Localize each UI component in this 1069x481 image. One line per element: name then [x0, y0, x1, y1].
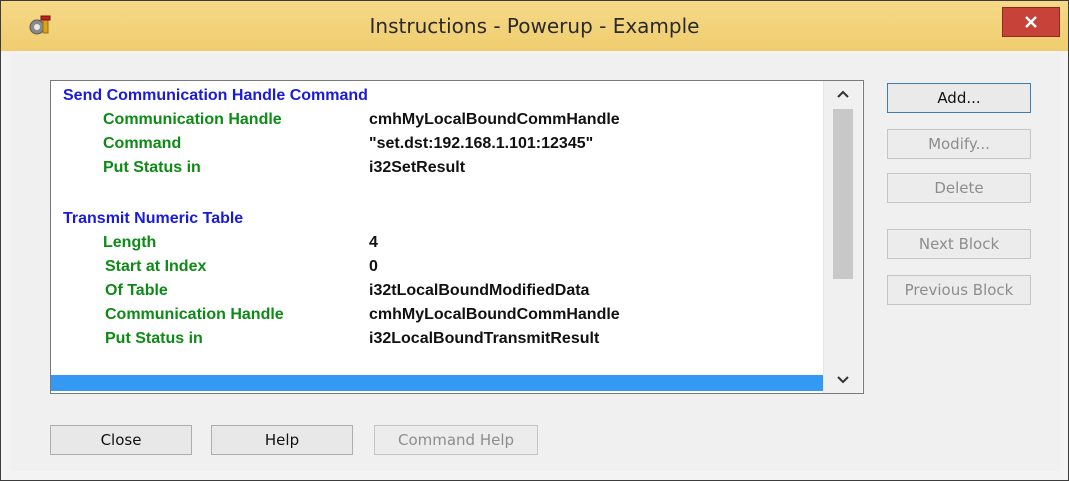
list-item[interactable]: Length 4 — [51, 234, 823, 258]
instructions-list-content: Send Communication Handle Command Commun… — [51, 81, 823, 393]
param-value: 0 — [369, 258, 378, 275]
list-item[interactable]: Put Status in i32LocalBoundTransmitResul… — [51, 330, 823, 354]
chevron-down-icon — [837, 376, 849, 384]
list-item[interactable]: Start at Index 0 — [51, 258, 823, 282]
param-label: Of Table — [105, 282, 168, 299]
block-title[interactable]: Send Communication Handle Command — [63, 87, 368, 105]
chevron-up-icon — [837, 90, 849, 98]
list-item[interactable]: Communication Handle cmhMyLocalBoundComm… — [51, 111, 823, 135]
list-item[interactable]: Put Status in i32SetResult — [51, 159, 823, 183]
vertical-scrollbar[interactable] — [823, 81, 862, 393]
selected-empty-row[interactable] — [51, 375, 823, 391]
dialog-body: Send Communication Handle Command Commun… — [11, 53, 1060, 471]
param-value: cmhMyLocalBoundCommHandle — [369, 306, 620, 323]
instructions-dialog: Instructions - Powerup - Example Send Co… — [0, 0, 1069, 481]
command-help-button[interactable]: Command Help — [374, 425, 538, 455]
param-value: i32LocalBoundTransmitResult — [369, 330, 600, 347]
add-button[interactable]: Add... — [887, 83, 1031, 113]
param-label: Put Status in — [103, 159, 201, 176]
param-label: Communication Handle — [103, 111, 282, 128]
list-item[interactable]: Of Table i32tLocalBoundModifiedData — [51, 282, 823, 306]
param-value: "set.dst:192.168.1.101:12345" — [369, 135, 594, 152]
param-value: 4 — [369, 234, 378, 251]
title-bar[interactable]: Instructions - Powerup - Example — [1, 1, 1068, 51]
list-item[interactable]: Communication Handle cmhMyLocalBoundComm… — [51, 306, 823, 330]
param-label: Command — [103, 135, 182, 152]
modify-button[interactable]: Modify... — [887, 129, 1031, 159]
param-value: i32tLocalBoundModifiedData — [369, 282, 590, 299]
param-value: cmhMyLocalBoundCommHandle — [369, 111, 620, 128]
scroll-down-button[interactable] — [824, 367, 862, 393]
instructions-list[interactable]: Send Communication Handle Command Commun… — [50, 80, 864, 394]
param-value: i32SetResult — [369, 159, 466, 176]
scroll-up-button[interactable] — [824, 81, 862, 107]
window-title: Instructions - Powerup - Example — [369, 14, 700, 38]
block-title[interactable]: Transmit Numeric Table — [63, 210, 243, 228]
next-block-button[interactable]: Next Block — [887, 229, 1031, 259]
delete-button[interactable]: Delete — [887, 173, 1031, 203]
help-button[interactable]: Help — [211, 425, 353, 455]
close-button[interactable]: Close — [50, 425, 192, 455]
previous-block-button[interactable]: Previous Block — [887, 275, 1031, 305]
param-label: Put Status in — [105, 330, 203, 347]
list-item[interactable]: Command "set.dst:192.168.1.101:12345" — [51, 135, 823, 159]
scroll-thumb[interactable] — [833, 109, 853, 279]
close-window-button[interactable] — [1002, 7, 1060, 37]
param-label: Length — [103, 234, 157, 251]
close-icon — [1025, 16, 1037, 28]
param-label: Start at Index — [105, 258, 207, 275]
param-label: Communication Handle — [105, 306, 284, 323]
